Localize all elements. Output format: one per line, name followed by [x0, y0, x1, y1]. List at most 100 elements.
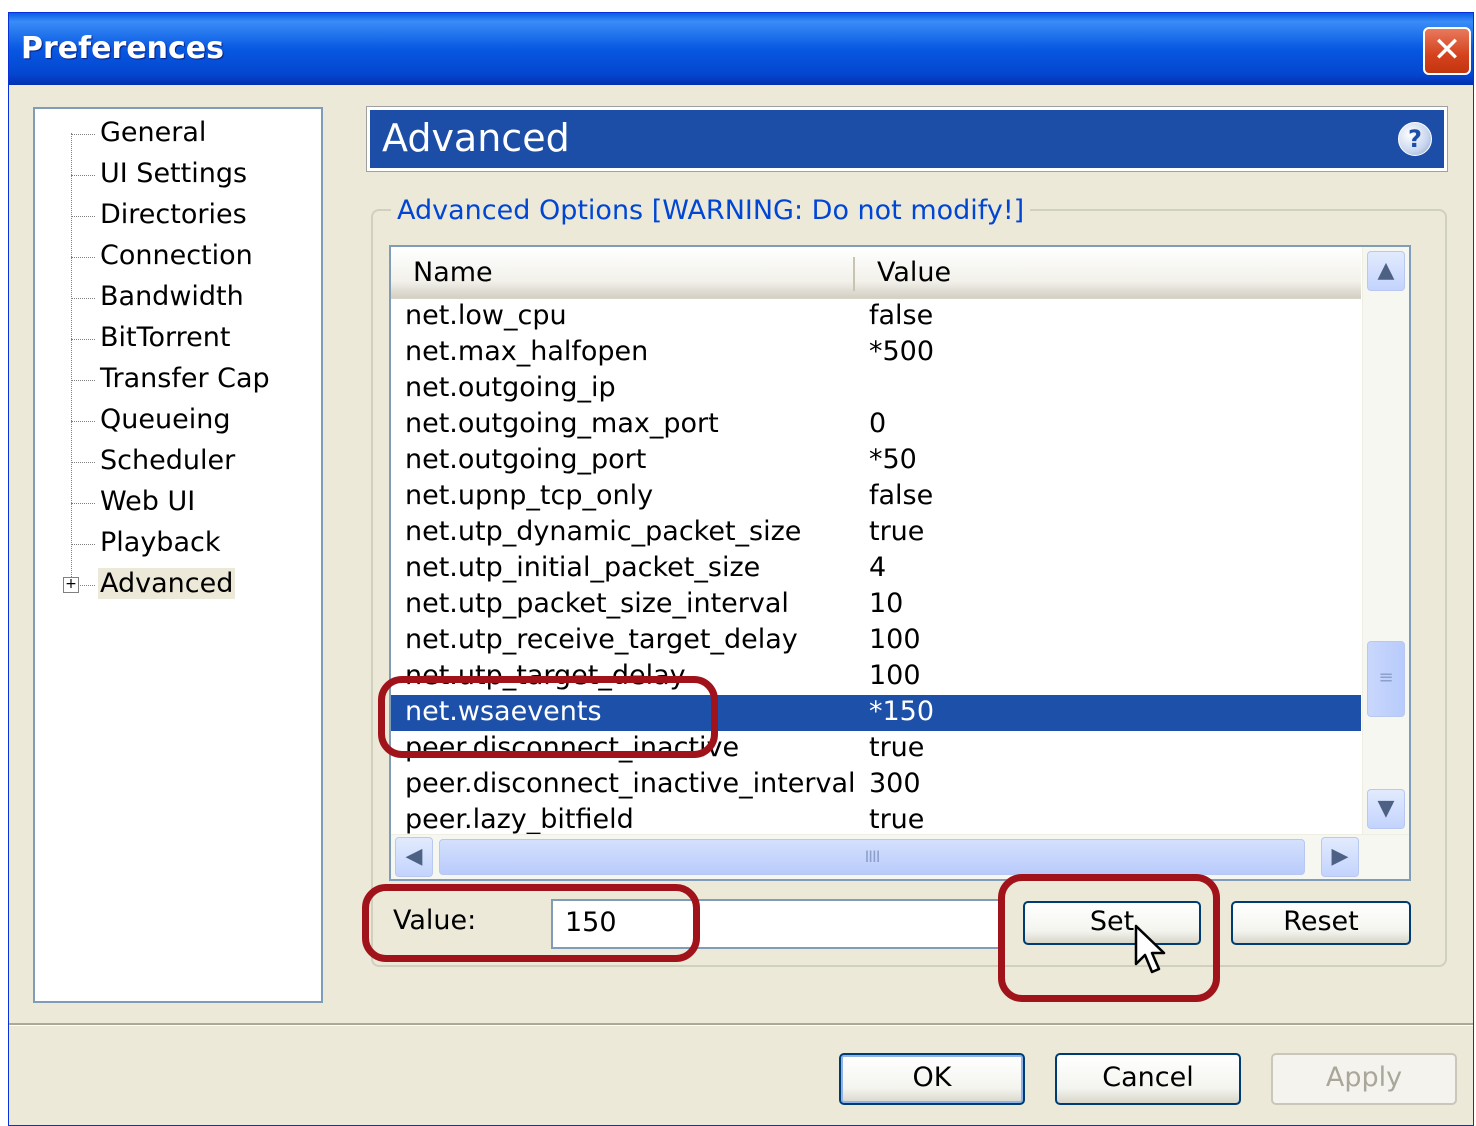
row-name: net.outgoing_port: [405, 444, 647, 475]
window-title: Preferences: [21, 31, 225, 66]
value-input[interactable]: 150: [551, 899, 1001, 949]
tree-item-label: Advanced: [98, 568, 236, 599]
horizontal-scrollbar[interactable]: ◀ IIII ▶: [391, 834, 1409, 879]
list-row[interactable]: net.utp_dynamic_packet_size true: [391, 515, 1361, 551]
list-row[interactable]: net.upnp_tcp_only false: [391, 479, 1361, 515]
vertical-scroll-thumb[interactable]: ≡: [1367, 641, 1405, 717]
ok-button[interactable]: OK: [839, 1053, 1025, 1105]
preferences-window: Preferences ✕ General UI Settings Direct…: [8, 12, 1474, 1126]
close-button[interactable]: ✕: [1423, 27, 1471, 75]
scroll-down-icon[interactable]: ▼: [1367, 789, 1405, 829]
list-row[interactable]: net.utp_target_delay 100: [391, 659, 1361, 695]
row-name: net.outgoing_max_port: [405, 408, 719, 439]
tree-item-bandwidth[interactable]: Bandwidth: [35, 277, 320, 317]
section-title: Advanced: [382, 116, 570, 160]
list-row[interactable]: peer.disconnect_inactive_interval 300: [391, 767, 1361, 803]
list-row[interactable]: net.max_halfopen *500: [391, 335, 1361, 371]
tree-branch: [71, 462, 95, 463]
row-value: 4: [869, 552, 887, 583]
row-value: *500: [869, 336, 935, 367]
tree-item-label: Directories: [100, 199, 247, 230]
tree-item-connection[interactable]: Connection: [35, 236, 320, 276]
row-name: net.max_halfopen: [405, 336, 649, 367]
row-value: true: [869, 516, 925, 547]
tree-item-label: Transfer Cap: [100, 363, 270, 394]
row-name: net.utp_packet_size_interval: [405, 588, 789, 619]
tree-item-playback[interactable]: Playback: [35, 523, 320, 563]
row-name: net.utp_initial_packet_size: [405, 552, 761, 583]
apply-button[interactable]: Apply: [1271, 1053, 1457, 1105]
horizontal-scroll-thumb[interactable]: IIII: [439, 839, 1305, 875]
tree-branch: [71, 503, 95, 504]
row-name: net.low_cpu: [405, 300, 567, 331]
tree-item-transfer-cap[interactable]: Transfer Cap: [35, 359, 320, 399]
row-name: net.utp_target_delay: [405, 660, 686, 691]
tree-item-label: BitTorrent: [100, 322, 231, 353]
scroll-up-icon[interactable]: ▲: [1367, 251, 1405, 291]
group-legend: Advanced Options [WARNING: Do not modify…: [391, 195, 1031, 226]
tree-branch: [71, 216, 95, 217]
tree-item-ui-settings[interactable]: UI Settings: [35, 154, 320, 194]
tree-branch: [71, 421, 95, 422]
list-header: Name Value: [391, 247, 1361, 299]
value-label: Value:: [393, 905, 477, 936]
close-icon: ✕: [1432, 30, 1462, 70]
column-divider[interactable]: [853, 257, 855, 291]
tree-branch: [71, 380, 95, 381]
row-value: *50: [869, 444, 917, 475]
scroll-right-icon[interactable]: ▶: [1321, 837, 1359, 877]
scroll-left-icon[interactable]: ◀: [395, 837, 433, 877]
list-row[interactable]: net.outgoing_max_port 0: [391, 407, 1361, 443]
tree-item-label: Playback: [100, 527, 221, 558]
tree-item-web-ui[interactable]: Web UI: [35, 482, 320, 522]
tree-item-advanced[interactable]: + Advanced: [35, 564, 320, 604]
expand-plus-icon[interactable]: +: [63, 577, 79, 593]
list-row[interactable]: net.low_cpu false: [391, 299, 1361, 335]
vertical-scrollbar[interactable]: ▲ ≡ ▼: [1362, 247, 1409, 835]
list-row[interactable]: peer.disconnect_inactive true: [391, 731, 1361, 767]
button-separator: [9, 1023, 1473, 1026]
row-value: 100: [869, 624, 921, 655]
row-name: peer.disconnect_inactive: [405, 732, 740, 763]
row-value: true: [869, 732, 925, 763]
row-value: false: [869, 300, 934, 331]
row-name: net.utp_dynamic_packet_size: [405, 516, 802, 547]
tree-branch: [71, 544, 95, 545]
list-rows: net.low_cpu false net.max_halfopen *500 ne…: [391, 299, 1361, 835]
tree-item-scheduler[interactable]: Scheduler: [35, 441, 320, 481]
options-list[interactable]: Name Value net.low_cpu false net.max_half…: [389, 245, 1411, 881]
help-icon[interactable]: ?: [1398, 122, 1432, 156]
tree-item-label: Scheduler: [100, 445, 236, 476]
tree-item-directories[interactable]: Directories: [35, 195, 320, 235]
row-name: net.upnp_tcp_only: [405, 480, 654, 511]
tree-item-label: General: [100, 117, 207, 148]
title-bar[interactable]: Preferences ✕: [9, 13, 1473, 85]
column-header-value[interactable]: Value: [877, 257, 951, 288]
list-row[interactable]: net.outgoing_ip: [391, 371, 1361, 407]
set-button[interactable]: Set: [1023, 901, 1201, 945]
tree-branch: [71, 257, 95, 258]
category-tree[interactable]: General UI Settings Directories Connecti…: [33, 107, 323, 1003]
list-row[interactable]: net.utp_packet_size_interval 10: [391, 587, 1361, 623]
tree-item-queueing[interactable]: Queueing: [35, 400, 320, 440]
column-header-name[interactable]: Name: [413, 257, 493, 288]
tree-item-label: UI Settings: [100, 158, 248, 189]
list-row[interactable]: net.utp_receive_target_delay 100: [391, 623, 1361, 659]
tree-item-bittorrent[interactable]: BitTorrent: [35, 318, 320, 358]
tree-item-label: Bandwidth: [100, 281, 244, 312]
list-row[interactable]: net.outgoing_port *50: [391, 443, 1361, 479]
section-header: Advanced ?: [366, 106, 1448, 172]
row-value: 300: [869, 768, 921, 799]
tree-item-label: Web UI: [100, 486, 196, 517]
tree-branch: [71, 175, 95, 176]
reset-button[interactable]: Reset: [1231, 901, 1411, 945]
row-name: net.utp_receive_target_delay: [405, 624, 798, 655]
row-value: true: [869, 804, 925, 835]
list-row[interactable]: peer.lazy_bitfield true: [391, 803, 1361, 835]
cancel-button[interactable]: Cancel: [1055, 1053, 1241, 1105]
tree-branch: [71, 298, 95, 299]
row-name: net.wsaevents: [405, 696, 602, 727]
list-row[interactable]: net.utp_initial_packet_size 4: [391, 551, 1361, 587]
list-row-selected[interactable]: net.wsaevents *150: [391, 695, 1361, 731]
tree-item-general[interactable]: General: [35, 113, 320, 153]
